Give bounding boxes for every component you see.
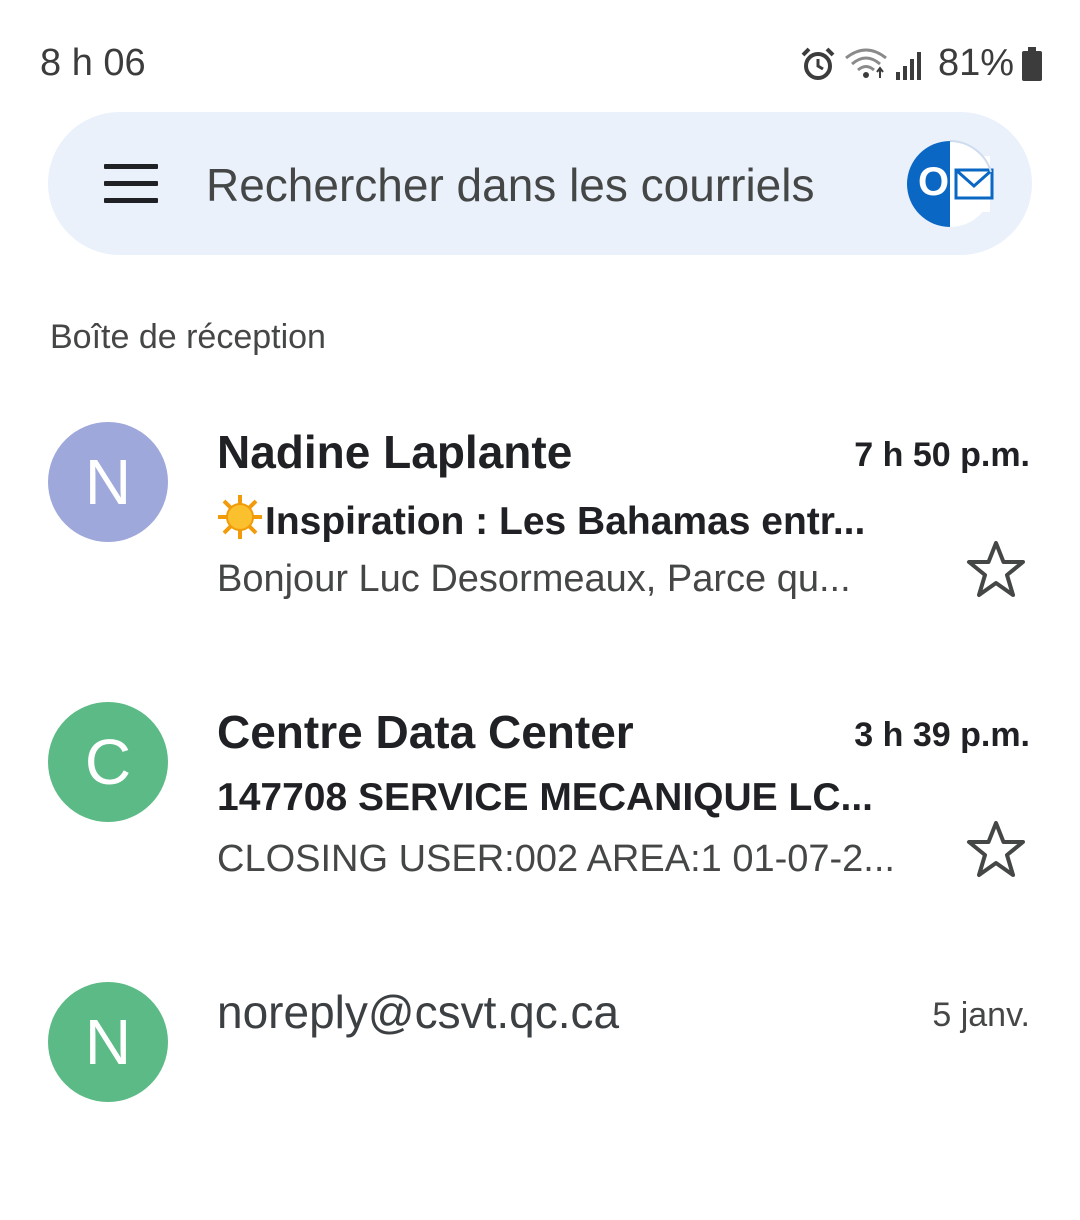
outlook-account-icon[interactable]: O [906,140,994,228]
star-icon[interactable] [965,540,1027,600]
hamburger-menu-icon[interactable] [104,164,160,204]
sun-emoji-icon [217,494,263,550]
star-icon[interactable] [965,820,1027,880]
email-subject: Inspiration : Les Bahamas entr... [265,500,866,543]
search-bar[interactable]: Rechercher dans les courriels O [48,112,1032,255]
battery-icon [1022,46,1042,81]
email-subject-line: Inspiration : Les Bahamas entr... [217,494,927,550]
alarm-icon [800,46,836,82]
status-icons: 81% [800,42,1042,85]
email-time: 7 h 50 p.m. [854,436,1030,474]
email-sender: noreply@csvt.qc.ca [217,986,620,1038]
avatar: C [48,702,168,822]
email-sender: Centre Data Center [217,706,634,758]
section-title: Boîte de réception [50,318,326,356]
status-time: 8 h 06 [40,42,146,84]
email-sender: Nadine Laplante [217,426,573,478]
wifi-icon [844,46,888,82]
status-bar: 8 h 06 81% [0,0,1080,110]
email-row[interactable]: N noreply@csvt.qc.ca 5 janv. [0,960,1080,1220]
battery-percentage: 81% [937,42,1014,84]
signal-icon [895,48,926,80]
email-time: 3 h 39 p.m. [854,716,1030,754]
email-row[interactable]: N Nadine Laplante 7 h 50 p.m. Inspiratio… [0,400,1080,660]
email-snippet: CLOSING USER:002 AREA:1 01-07-2... [217,838,895,880]
account-letter: O [918,160,950,204]
avatar: N [48,422,168,542]
search-input[interactable]: Rechercher dans les courriels [206,158,815,212]
email-snippet: Bonjour Luc Desormeaux, Parce qu... [217,558,851,600]
email-time: 5 janv. [932,996,1030,1034]
email-subject: 147708 SERVICE MECANIQUE LC... [217,776,873,819]
email-row[interactable]: C Centre Data Center 3 h 39 p.m. 147708 … [0,680,1080,940]
avatar: N [48,982,168,1102]
